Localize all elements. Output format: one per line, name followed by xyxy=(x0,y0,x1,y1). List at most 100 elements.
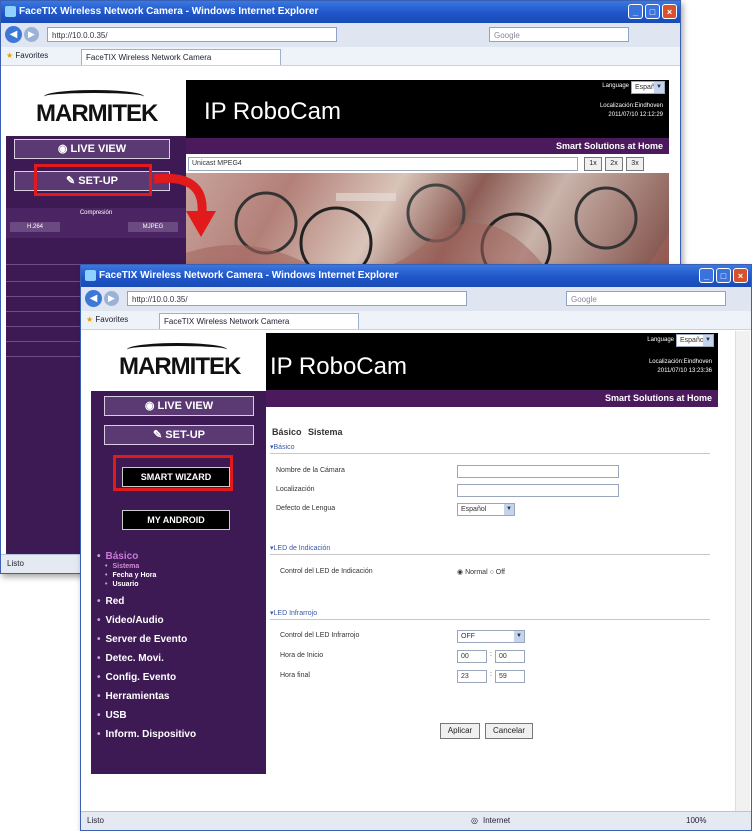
front-app-title: IP RoboCam xyxy=(270,353,407,380)
zoom-2x-button[interactable]: 2x xyxy=(605,157,623,171)
localizacion-input[interactable] xyxy=(457,484,619,497)
menu-red[interactable]: • Red xyxy=(97,596,124,607)
front-status-bar: Listo ◎ Internet 100% xyxy=(81,811,751,830)
minimize-button[interactable]: _ xyxy=(699,268,714,283)
menu-sistema[interactable]: • Sistema xyxy=(105,563,139,570)
front-window-title: FaceTIX Wireless Network Camera - Window… xyxy=(99,270,399,281)
settings-content: Básico Sistema ▾Básico Nombre de la Cáma… xyxy=(266,407,718,774)
menu-fecha-hora[interactable]: • Fecha y Hora xyxy=(105,572,156,579)
front-sidebar: ◉ LIVE VIEW ✎ SET-UP SMART WIZARD MY AND… xyxy=(91,391,266,774)
front-live-view-button[interactable]: ◉ LIVE VIEW xyxy=(104,396,254,416)
close-button[interactable]: × xyxy=(733,268,748,283)
back-url-field[interactable]: http://10.0.0.35/ xyxy=(47,27,337,42)
maximize-button[interactable]: □ xyxy=(716,268,731,283)
front-language-select[interactable]: Español ▼ xyxy=(676,334,714,347)
ie-logo-icon xyxy=(5,6,16,17)
breadcrumb-sistema[interactable]: Sistema xyxy=(308,427,343,437)
nombre-camara-input[interactable] xyxy=(457,465,619,478)
back-logo-area: MARMITEK xyxy=(6,80,186,136)
zoom-level[interactable]: 100% xyxy=(686,812,706,830)
menu-video-audio[interactable]: • Video/Audio xyxy=(97,615,164,626)
front-url-field[interactable]: http://10.0.0.35/ xyxy=(127,291,467,306)
wrench-icon: ✎ xyxy=(152,429,166,441)
back-h264-option[interactable]: H.264 xyxy=(10,222,60,232)
menu-usb[interactable]: • USB xyxy=(97,710,127,721)
back-arrow-icon[interactable]: ◀ xyxy=(85,290,102,307)
front-address-bar: ◀ ▶ http://10.0.0.35/ Google xyxy=(81,287,751,312)
hora-inicio-label: Hora de Inicio xyxy=(280,652,324,659)
vertical-scrollbar[interactable] xyxy=(735,331,750,811)
minimize-button[interactable]: _ xyxy=(628,4,643,19)
front-favorites-label[interactable]: Favorites xyxy=(95,315,128,324)
back-live-view-button[interactable]: ◉ LIVE VIEW xyxy=(14,139,170,159)
front-title-bar: FaceTIX Wireless Network Camera - Window… xyxy=(81,265,751,287)
idioma-label: Defecto de Lengua xyxy=(276,505,336,512)
back-header: IP RoboCam Language Español ▼ Localizació… xyxy=(186,80,669,138)
ir-control-select[interactable]: OFF ▼ xyxy=(457,630,525,643)
menu-usuario[interactable]: • Usuario xyxy=(105,581,139,588)
front-brand-logo: MARMITEK xyxy=(119,353,241,380)
front-status-text: Listo xyxy=(87,816,104,825)
status-zone: Internet xyxy=(483,816,511,825)
settings-breadcrumb: Básico Sistema xyxy=(272,427,343,437)
back-app-title: IP RoboCam xyxy=(204,98,341,125)
setup-highlight-box xyxy=(34,164,152,196)
back-arrow-icon[interactable]: ◀ xyxy=(5,26,22,43)
zoom-1x-button[interactable]: 1x xyxy=(584,157,602,171)
led-label: Control del LED de Indicación xyxy=(280,568,373,575)
back-window-title: FaceTIX Wireless Network Camera - Window… xyxy=(19,6,319,17)
menu-server-evento[interactable]: • Server de Evento xyxy=(97,634,187,645)
menu-config-evento[interactable]: • Config. Evento xyxy=(97,672,176,683)
hora-inicio-minute[interactable]: 00 xyxy=(495,650,525,663)
front-language-label: Language xyxy=(647,337,674,343)
menu-herramientas[interactable]: • Herramientas xyxy=(97,691,169,702)
front-timestamp: 2011/07/10 13:23:36 xyxy=(657,368,712,374)
cancelar-button[interactable]: Cancelar xyxy=(485,723,533,739)
eye-icon: ◉ xyxy=(144,400,158,412)
aplicar-button[interactable]: Aplicar xyxy=(440,723,480,739)
forward-arrow-icon[interactable]: ▶ xyxy=(24,27,39,42)
nombre-camara-label: Nombre de la Cámara xyxy=(276,467,345,474)
close-button[interactable]: × xyxy=(662,4,677,19)
hora-final-hour[interactable]: 23 xyxy=(457,670,487,683)
front-location: Localización:Eindhoven xyxy=(648,359,712,365)
zoom-3x-button[interactable]: 3x xyxy=(626,157,644,171)
idioma-select[interactable]: Español ▼ xyxy=(457,503,515,516)
my-android-button[interactable]: MY ANDROID xyxy=(122,510,230,530)
localizacion-label: Localización xyxy=(276,486,315,493)
back-address-bar: ◀ ▶ http://10.0.0.35/ Google xyxy=(1,23,680,48)
front-browser-window: FaceTIX Wireless Network Camera - Window… xyxy=(80,264,752,831)
menu-basico[interactable]: • Básico xyxy=(97,551,138,562)
front-favorites-bar: ★ Favorites FaceTIX Wireless Network Cam… xyxy=(81,311,751,330)
ir-control-label: Control del LED Infrarrojo xyxy=(280,632,360,639)
back-search-field[interactable]: Google xyxy=(489,27,629,42)
star-icon: ★ xyxy=(6,51,14,60)
star-icon: ★ xyxy=(86,315,94,324)
back-tab[interactable]: FaceTIX Wireless Network Camera xyxy=(81,49,281,65)
front-setup-button[interactable]: ✎ SET-UP xyxy=(104,425,254,445)
led-radio-group: ◉ Normal ○ Off xyxy=(457,569,505,576)
hora-final-minute[interactable]: 59 xyxy=(495,670,525,683)
maximize-button[interactable]: □ xyxy=(645,4,660,19)
back-stream-field[interactable]: Unicast MPEG4 xyxy=(188,157,578,171)
back-location: Localización:Eindhoven xyxy=(599,103,663,109)
back-favorites-bar: ★ Favorites FaceTIX Wireless Network Cam… xyxy=(1,47,680,66)
back-title-bar: FaceTIX Wireless Network Camera - Window… xyxy=(1,1,680,23)
eye-icon: ◉ xyxy=(57,143,71,155)
forward-arrow-icon[interactable]: ▶ xyxy=(104,291,119,306)
back-brand-logo: MARMITEK xyxy=(36,100,158,127)
back-tagline-bar: Smart Solutions at Home xyxy=(186,138,669,154)
curved-arrow-icon xyxy=(153,173,216,237)
breadcrumb-basico[interactable]: Básico xyxy=(272,427,302,437)
front-logo-area: MARMITEK xyxy=(91,333,266,391)
back-favorites-label[interactable]: Favorites xyxy=(15,51,48,60)
led-normal-radio[interactable]: ◉ xyxy=(457,569,465,576)
front-header: IP RoboCam Language Español ▼ Localizació… xyxy=(266,333,718,390)
smart-wizard-highlight-box xyxy=(113,455,233,491)
front-tab[interactable]: FaceTIX Wireless Network Camera xyxy=(159,313,359,329)
menu-detec-movi[interactable]: • Detec. Movi. xyxy=(97,653,164,664)
menu-inform-dispositivo[interactable]: • Inform. Dispositivo xyxy=(97,729,196,740)
back-language-select[interactable]: Español ▼ xyxy=(631,81,665,94)
hora-inicio-hour[interactable]: 00 xyxy=(457,650,487,663)
front-search-field[interactable]: Google xyxy=(566,291,726,306)
